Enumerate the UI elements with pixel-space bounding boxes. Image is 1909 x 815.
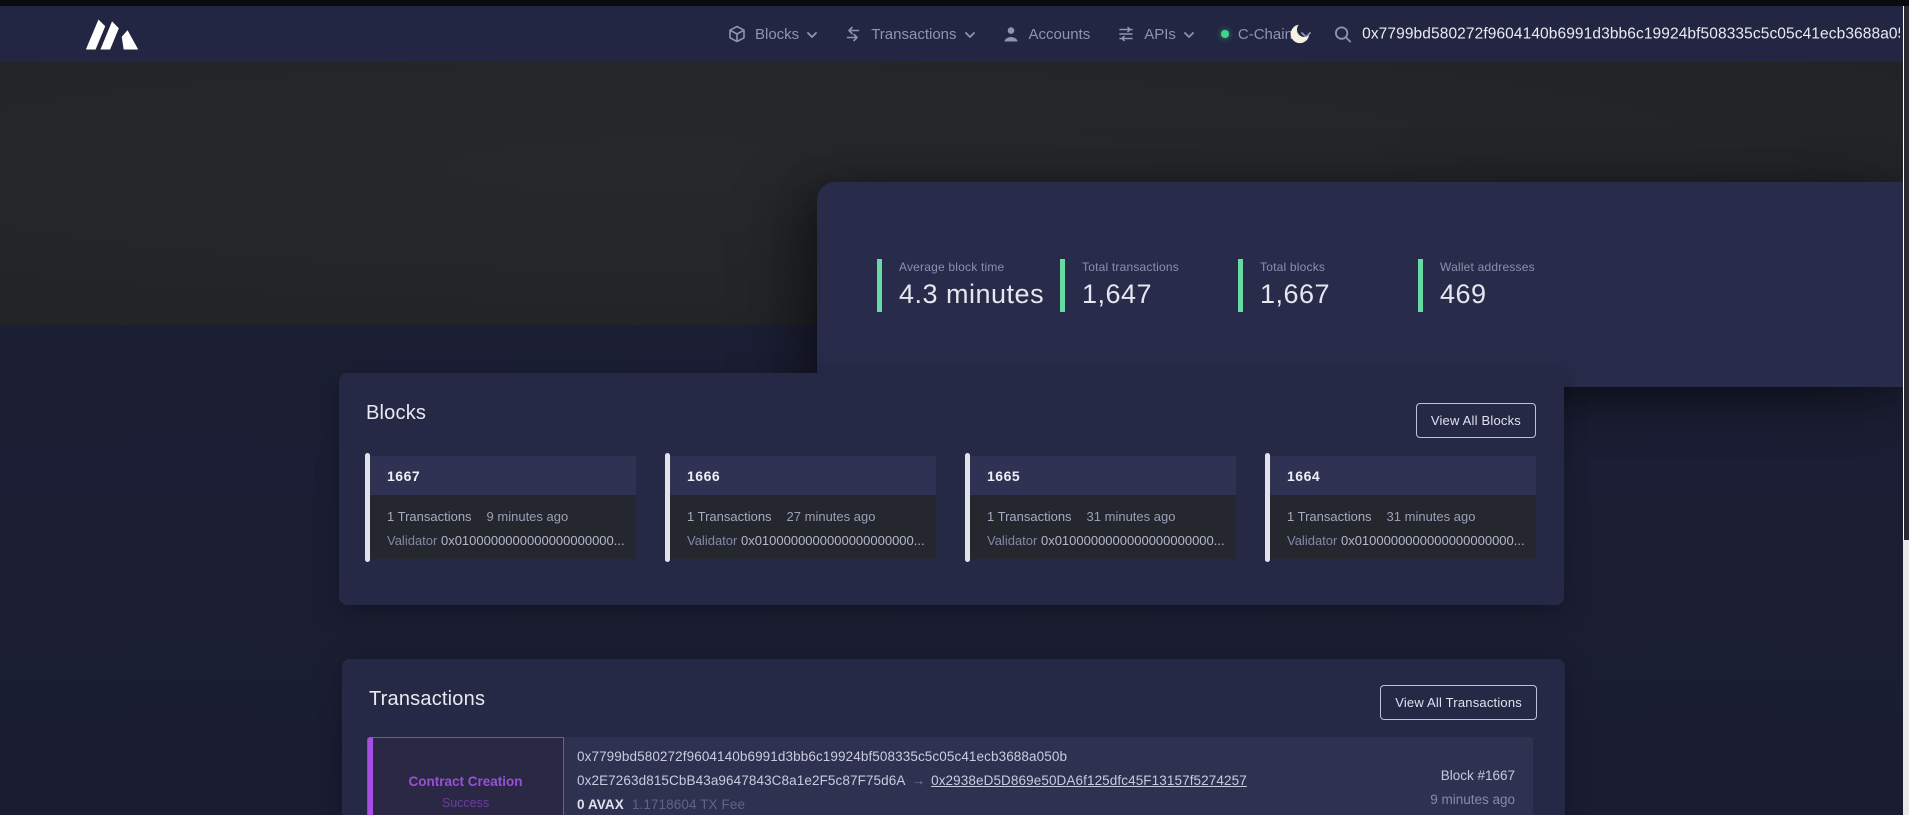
- search-value: 0x7799bd580272f9604140b6991d3bb6c19924bf…: [1362, 25, 1900, 42]
- transfer-arrows-icon: [844, 25, 862, 43]
- transaction-type-cell[interactable]: Contract Creation Success: [367, 737, 564, 815]
- block-card-body: 1 Transactions 27 minutes ago Validator …: [670, 495, 936, 559]
- block-age: 9 minutes ago: [487, 509, 569, 524]
- nav-item-blocks[interactable]: Blocks: [728, 25, 817, 43]
- stat-value: 469: [1440, 279, 1535, 310]
- search-icon[interactable]: [1334, 25, 1352, 44]
- sliders-icon: [1117, 25, 1135, 43]
- nav-item-label: C-Chain: [1238, 26, 1293, 43]
- block-tx-count: 1 Transactions: [987, 509, 1072, 524]
- transaction-value: 0 AVAX: [577, 797, 624, 812]
- stat-value: 4.3 minutes: [899, 279, 1044, 310]
- nav-item-label: Accounts: [1029, 26, 1091, 43]
- transaction-status: Success: [368, 796, 563, 810]
- block-number[interactable]: 1665: [987, 468, 1020, 484]
- nav-menu: Blocks Transactions Accounts: [728, 6, 1311, 62]
- block-card-body: 1 Transactions 9 minutes ago Validator 0…: [370, 495, 636, 559]
- block-card-1667[interactable]: 1667 1 Transactions 9 minutes ago Valida…: [365, 453, 636, 562]
- chain-status-dot: [1221, 30, 1229, 38]
- nav-item-apis[interactable]: APIs: [1117, 25, 1194, 43]
- block-cards-row: 1667 1 Transactions 9 minutes ago Valida…: [365, 453, 1536, 562]
- person-icon: [1002, 25, 1020, 43]
- from-address[interactable]: 0x2E7263d815CbB43a9647843C8a1e2F5c87F75d…: [577, 773, 905, 788]
- stat-wallet-addresses: Wallet addresses 469: [1418, 259, 1535, 312]
- scrollbar-track[interactable]: [1903, 6, 1909, 815]
- transactions-section-title: Transactions: [369, 688, 485, 711]
- nav-item-transactions[interactable]: Transactions: [844, 25, 974, 43]
- stat-total-blocks: Total blocks 1,667: [1238, 259, 1330, 312]
- validator-label: Validator: [687, 533, 737, 548]
- stat-label: Total transactions: [1082, 259, 1179, 274]
- transaction-meta: Block #1667 9 minutes ago: [1430, 768, 1515, 807]
- block-age: 27 minutes ago: [787, 509, 876, 524]
- validator-label: Validator: [387, 533, 437, 548]
- blocks-section-title: Blocks: [366, 402, 426, 425]
- block-tx-count: 1 Transactions: [687, 509, 772, 524]
- blocks-section: Blocks View All Blocks 1667 1 Transactio…: [339, 373, 1564, 605]
- block-card-header: 1665: [970, 456, 1236, 495]
- block-tx-count: 1 Transactions: [387, 509, 472, 524]
- nav-item-label: APIs: [1144, 26, 1176, 43]
- hero-section: Average block time 4.3 minutes Total tra…: [0, 62, 1909, 325]
- transaction-type: Contract Creation: [368, 774, 563, 789]
- validator-address[interactable]: 0x0100000000000000000000...: [1341, 533, 1525, 548]
- chevron-down-icon: [1184, 32, 1194, 38]
- nav-item-label: Blocks: [755, 26, 799, 43]
- stat-average-block-time: Average block time 4.3 minutes: [877, 259, 1044, 312]
- block-number[interactable]: 1666: [687, 468, 720, 484]
- transaction-age: 9 minutes ago: [1430, 792, 1515, 807]
- transaction-hash[interactable]: 0x7799bd580272f9604140b6991d3bb6c19924bf…: [577, 749, 1247, 764]
- block-card-1666[interactable]: 1666 1 Transactions 27 minutes ago Valid…: [665, 453, 936, 562]
- transaction-details: 0x7799bd580272f9604140b6991d3bb6c19924bf…: [564, 737, 1533, 815]
- scrollbar-thumb[interactable]: [1903, 6, 1909, 540]
- stat-label: Average block time: [899, 259, 1044, 274]
- block-card-1665[interactable]: 1665 1 Transactions 31 minutes ago Valid…: [965, 453, 1236, 562]
- validator-label: Validator: [1287, 533, 1337, 548]
- block-card-header: 1664: [1270, 456, 1536, 495]
- transaction-value-line: 0 AVAX 1.1718604 TX Fee: [577, 797, 1247, 812]
- validator-address[interactable]: 0x0100000000000000000000...: [741, 533, 925, 548]
- view-all-blocks-button[interactable]: View All Blocks: [1416, 403, 1536, 438]
- transaction-fee: 1.1718604 TX Fee: [632, 797, 745, 812]
- block-number[interactable]: 1667: [387, 468, 420, 484]
- cube-icon: [728, 25, 746, 43]
- validator-address[interactable]: 0x0100000000000000000000...: [1041, 533, 1225, 548]
- block-age: 31 minutes ago: [1087, 509, 1176, 524]
- block-card-header: 1667: [370, 456, 636, 495]
- validator-address[interactable]: 0x0100000000000000000000...: [441, 533, 625, 548]
- stat-label: Wallet addresses: [1440, 259, 1535, 274]
- validator-label: Validator: [987, 533, 1037, 548]
- block-number[interactable]: 1664: [1287, 468, 1320, 484]
- stats-panel: Average block time 4.3 minutes Total tra…: [817, 182, 1909, 387]
- avalanche-logo[interactable]: [73, 19, 153, 50]
- block-age: 31 minutes ago: [1387, 509, 1476, 524]
- view-all-transactions-button[interactable]: View All Transactions: [1380, 685, 1537, 720]
- chevron-down-icon: [965, 32, 975, 38]
- block-card-body: 1 Transactions 31 minutes ago Validator …: [970, 495, 1236, 559]
- chevron-down-icon: [807, 32, 817, 38]
- transactions-section: Transactions View All Transactions Contr…: [342, 659, 1565, 815]
- arrow-right-icon: →: [911, 773, 925, 788]
- stat-value: 1,667: [1260, 279, 1330, 310]
- nav-item-accounts[interactable]: Accounts: [1002, 25, 1091, 43]
- block-tx-count: 1 Transactions: [1287, 509, 1372, 524]
- search-input[interactable]: 0x7799bd580272f9604140b6991d3bb6c19924bf…: [1362, 25, 1900, 44]
- transaction-addresses: 0x2E7263d815CbB43a9647843C8a1e2F5c87F75d…: [577, 773, 1247, 788]
- stat-label: Total blocks: [1260, 259, 1330, 274]
- transaction-block-link[interactable]: Block #1667: [1430, 768, 1515, 783]
- nav-item-label: Transactions: [871, 26, 956, 43]
- search-bar: 0x7799bd580272f9604140b6991d3bb6c19924bf…: [1334, 6, 1900, 62]
- block-card-1664[interactable]: 1664 1 Transactions 31 minutes ago Valid…: [1265, 453, 1536, 562]
- to-address-link[interactable]: 0x2938eD5D869e50DA6f125dfc45F13157f52742…: [931, 773, 1247, 788]
- stat-value: 1,647: [1082, 279, 1179, 310]
- page: Blocks Transactions Accounts: [0, 0, 1909, 815]
- block-card-body: 1 Transactions 31 minutes ago Validator …: [1270, 495, 1536, 559]
- block-card-header: 1666: [670, 456, 936, 495]
- dark-mode-moon-icon[interactable]: [1288, 22, 1312, 46]
- transaction-row: Contract Creation Success 0x7799bd580272…: [367, 737, 1533, 815]
- stat-total-transactions: Total transactions 1,647: [1060, 259, 1179, 312]
- navbar: Blocks Transactions Accounts: [0, 6, 1909, 62]
